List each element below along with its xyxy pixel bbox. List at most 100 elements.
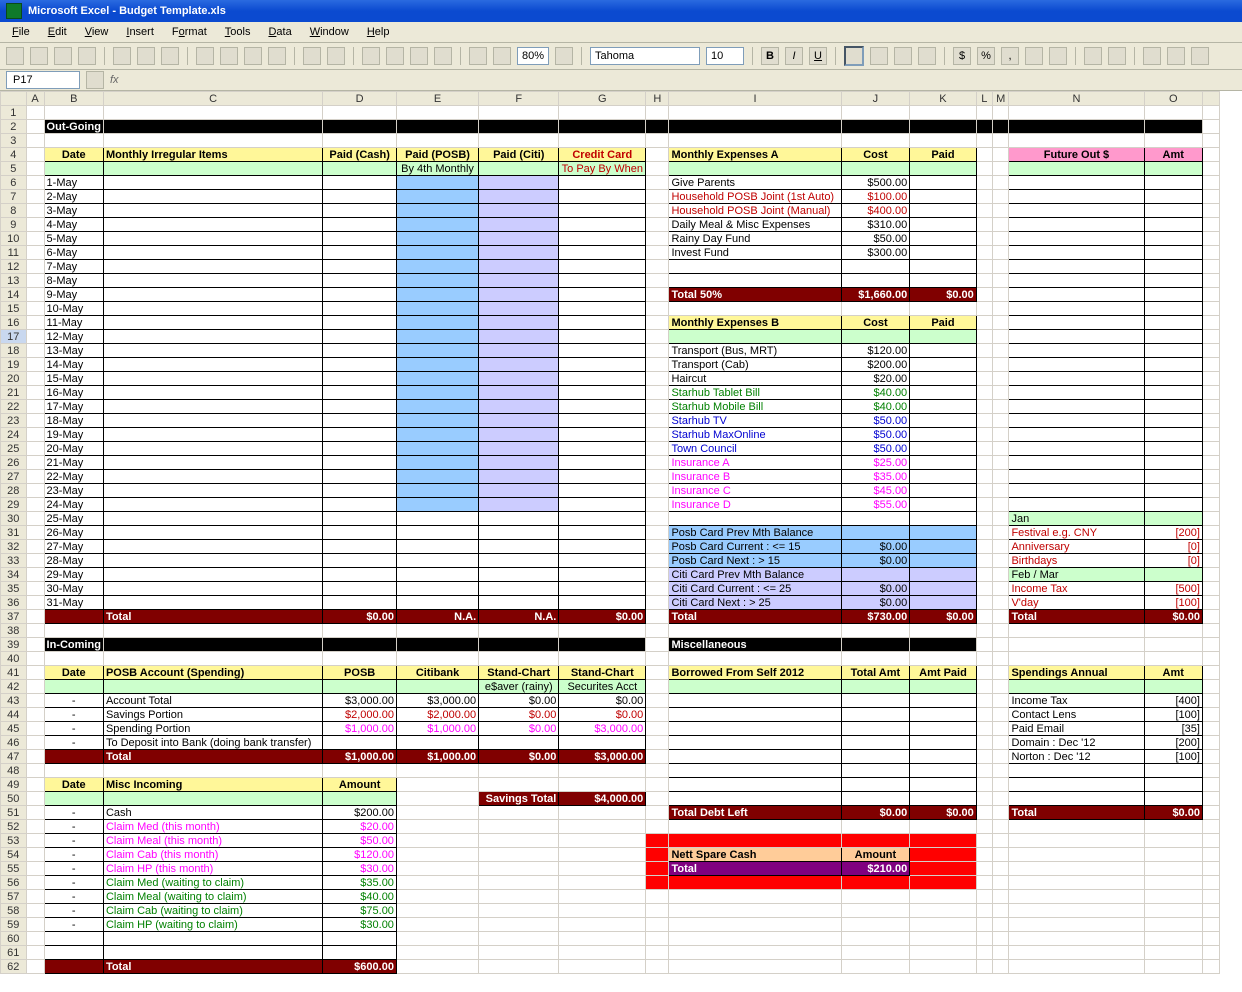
cell[interactable]: $75.00 [323, 904, 397, 918]
cell[interactable]: $2,000.00 [396, 708, 478, 722]
cell[interactable] [559, 470, 646, 484]
cell[interactable] [976, 526, 992, 540]
cell[interactable] [646, 246, 669, 260]
cell[interactable] [323, 736, 397, 750]
cell[interactable]: - [44, 806, 103, 820]
cell[interactable] [1009, 932, 1144, 946]
cell[interactable] [646, 582, 669, 596]
cell[interactable] [1202, 302, 1219, 316]
cell[interactable] [841, 680, 910, 694]
cell[interactable] [1144, 624, 1202, 638]
cell[interactable]: To Deposit into Bank (doing bank transfe… [103, 736, 322, 750]
cell[interactable] [559, 302, 646, 316]
cell[interactable] [323, 470, 397, 484]
cell[interactable] [559, 442, 646, 456]
cell[interactable] [479, 176, 559, 190]
cell[interactable]: $40.00 [323, 890, 397, 904]
cell[interactable] [26, 316, 44, 330]
cell[interactable] [44, 652, 103, 666]
cell[interactable] [103, 120, 322, 134]
cell[interactable] [26, 750, 44, 764]
cell[interactable] [976, 778, 992, 792]
cell[interactable] [26, 764, 44, 778]
cell[interactable] [559, 582, 646, 596]
cell[interactable] [1009, 652, 1144, 666]
cell[interactable]: $400.00 [841, 204, 910, 218]
cell[interactable]: Spending Portion [103, 722, 322, 736]
cell[interactable] [669, 890, 841, 904]
cell[interactable] [669, 652, 841, 666]
inc-dec-icon[interactable] [1025, 47, 1043, 65]
row-header[interactable]: 15 [1, 302, 27, 316]
cell[interactable]: Total [669, 610, 841, 624]
cell[interactable]: Claim Cab (waiting to claim) [103, 904, 322, 918]
cell[interactable] [559, 652, 646, 666]
cell[interactable] [26, 512, 44, 526]
row-header[interactable]: 57 [1, 890, 27, 904]
cell[interactable] [976, 610, 992, 624]
cell[interactable] [841, 106, 910, 120]
cell[interactable] [1144, 960, 1202, 974]
cell[interactable] [1144, 512, 1202, 526]
cell[interactable] [396, 358, 478, 372]
cell[interactable] [976, 932, 992, 946]
cell[interactable] [26, 260, 44, 274]
row-header[interactable]: 49 [1, 778, 27, 792]
format-painter-icon[interactable] [268, 47, 286, 65]
cell[interactable] [26, 106, 44, 120]
cell[interactable] [910, 162, 977, 176]
cell[interactable] [976, 652, 992, 666]
cell[interactable] [1009, 848, 1144, 862]
cell[interactable]: V'day [1009, 596, 1144, 610]
cell[interactable] [26, 134, 44, 148]
cell[interactable] [1144, 414, 1202, 428]
cell[interactable] [26, 666, 44, 680]
cell[interactable]: $0.00 [559, 610, 646, 624]
cell[interactable]: 20-May [44, 442, 103, 456]
cell[interactable] [910, 344, 977, 358]
row-header[interactable]: 6 [1, 176, 27, 190]
cell[interactable] [1202, 834, 1219, 848]
cell[interactable]: 6-May [44, 246, 103, 260]
row-header[interactable]: 41 [1, 666, 27, 680]
cell[interactable] [26, 526, 44, 540]
cell[interactable]: Out-Going [44, 120, 103, 134]
menu-bar[interactable]: File Edit View Insert Format Tools Data … [0, 22, 1242, 43]
cell[interactable] [646, 736, 669, 750]
cell[interactable] [910, 848, 977, 862]
row-header[interactable]: 26 [1, 456, 27, 470]
cell[interactable] [1202, 554, 1219, 568]
cell[interactable] [559, 316, 646, 330]
row-header[interactable]: 45 [1, 722, 27, 736]
cell[interactable] [479, 470, 559, 484]
cell[interactable] [1202, 106, 1219, 120]
cell[interactable] [646, 484, 669, 498]
cell[interactable] [396, 386, 478, 400]
cell[interactable]: $0.00 [841, 540, 910, 554]
cell[interactable] [103, 162, 322, 176]
cell[interactable] [323, 386, 397, 400]
cell[interactable] [26, 820, 44, 834]
row-header[interactable]: 56 [1, 876, 27, 890]
new-icon[interactable] [6, 47, 24, 65]
cell[interactable] [559, 624, 646, 638]
cell[interactable] [323, 176, 397, 190]
cell[interactable]: Claim HP (this month) [103, 862, 322, 876]
cell[interactable] [669, 834, 841, 848]
cell[interactable] [479, 890, 559, 904]
cell[interactable] [992, 652, 1009, 666]
cell[interactable] [396, 834, 478, 848]
cell[interactable]: [100] [1144, 708, 1202, 722]
cell[interactable]: Date [44, 778, 103, 792]
row-header[interactable]: 17 [1, 330, 27, 344]
cell[interactable] [976, 848, 992, 862]
menu-view[interactable]: View [77, 26, 117, 38]
cell[interactable]: Total 50% [669, 288, 841, 302]
cell[interactable] [559, 358, 646, 372]
cell[interactable] [992, 666, 1009, 680]
cell[interactable] [103, 512, 322, 526]
cell[interactable] [646, 316, 669, 330]
cell[interactable] [559, 820, 646, 834]
cell[interactable] [1202, 610, 1219, 624]
cell[interactable] [910, 778, 977, 792]
